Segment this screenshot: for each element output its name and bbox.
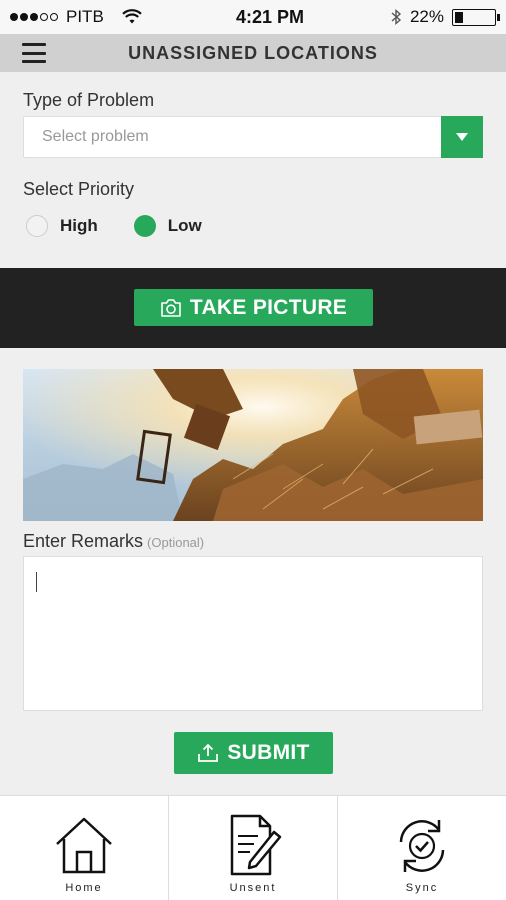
triangle-down-icon — [456, 133, 468, 141]
battery-percent: 22% — [409, 7, 444, 26]
carrier-name: PITB — [66, 7, 104, 26]
bluetooth-icon — [391, 8, 402, 26]
app-header: UNASSIGNED LOCATIONS — [0, 34, 506, 72]
take-picture-label: TAKE PICTURE — [189, 295, 348, 319]
nav-home-label: Home — [65, 882, 103, 894]
priority-label: Select Priority — [23, 179, 135, 199]
radio-checked-icon — [133, 215, 156, 237]
status-time: 4:21 PM — [235, 6, 304, 27]
take-picture-button[interactable]: TAKE PICTURE — [134, 289, 373, 326]
remarks-label-text: Enter Remarks — [23, 531, 144, 551]
status-left: PITB — [10, 7, 190, 27]
submit-button[interactable]: SUBMIT — [174, 732, 333, 774]
upload-icon — [198, 743, 219, 762]
problem-type-select[interactable]: Select problem — [23, 116, 483, 158]
battery-icon — [452, 8, 500, 26]
sync-check-icon — [399, 820, 445, 872]
status-bar: PITB 4:21 PM 22% — [0, 0, 506, 34]
signal-strength-icon — [10, 13, 58, 21]
nav-sync-label: Sync — [405, 882, 439, 894]
nav-sync[interactable]: Sync — [337, 796, 506, 900]
nav-home[interactable]: Home — [0, 796, 168, 900]
wifi-icon — [122, 9, 142, 24]
problem-type-label: Type of Problem — [23, 90, 155, 110]
hamburger-menu-icon[interactable] — [22, 43, 46, 63]
page-title: UNASSIGNED LOCATIONS — [128, 42, 378, 63]
camera-section: TAKE PICTURE — [0, 268, 506, 348]
remarks-optional-hint: (Optional) — [147, 535, 205, 550]
remarks-label: Enter Remarks (Optional) — [23, 531, 204, 552]
text-cursor — [36, 572, 37, 592]
battery-level-fill — [455, 11, 464, 23]
captured-photo — [23, 369, 483, 521]
nav-unsent-label: Unsent — [229, 882, 277, 894]
priority-radio-group: High Low — [26, 215, 202, 237]
priority-low-label: Low — [167, 216, 202, 235]
nav-unsent[interactable]: Unsent — [168, 796, 337, 900]
document-edit-icon — [230, 814, 282, 876]
priority-high-radio[interactable]: High — [26, 215, 98, 237]
bottom-navigation: Home Unsent Sync — [0, 795, 506, 900]
priority-low-radio[interactable]: Low — [133, 215, 202, 237]
home-icon — [56, 817, 112, 874]
submit-label: SUBMIT — [227, 741, 310, 764]
priority-high-label: High — [60, 216, 98, 235]
radio-unchecked-icon — [26, 215, 48, 237]
remarks-textarea[interactable] — [23, 556, 483, 711]
problem-select-placeholder: Select problem — [42, 128, 149, 145]
status-right: 22% — [390, 7, 500, 27]
scrap-heap-image — [23, 369, 483, 521]
camera-icon — [161, 298, 181, 317]
dropdown-arrow-button[interactable] — [441, 116, 483, 158]
